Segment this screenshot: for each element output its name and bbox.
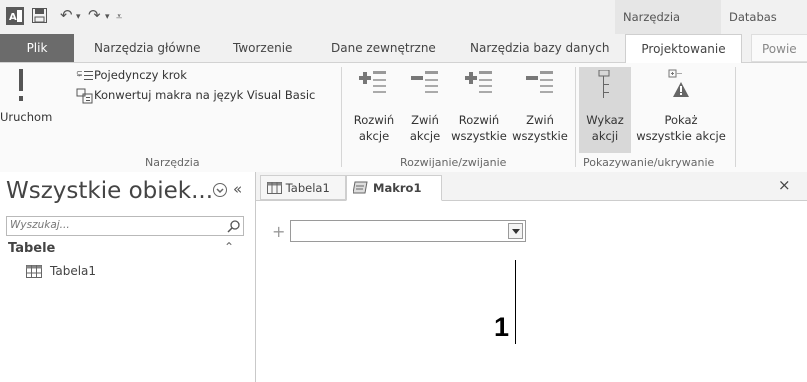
doc-tab-makro1[interactable]: Makro1 [346, 175, 442, 201]
customize-toolbar-icon[interactable]: ⩡ [116, 10, 122, 24]
collapse-all-line2: wszystkie [512, 129, 568, 143]
convert-macro-button[interactable]: Konwertuj makra na język Visual Basic [76, 87, 338, 105]
nav-pane-title[interactable]: Wszystkie obiek... [6, 178, 213, 204]
macro-icon [352, 181, 368, 194]
search-input[interactable]: Wyszukaj... [10, 219, 70, 231]
run-exclamation-icon [19, 69, 23, 101]
expand-actions-line2: akcje [358, 129, 390, 143]
show-all-actions-line1: Pokaż [664, 113, 698, 127]
nav-item-label: Tabela1 [50, 264, 97, 278]
nav-section-tables[interactable]: Tabele ⌃ [6, 240, 244, 260]
svg-text:A: A [9, 12, 17, 23]
ribbon-tab-row: Plik Narzędzia główne Tworzenie Dane zew… [0, 34, 807, 63]
add-action-combobox[interactable] [290, 220, 526, 242]
title-bar: A ↶ ▾ ↷ ▾ ⩡ Narzędzia makr Databas [0, 0, 807, 58]
single-step-label: Pojedynczy krok [94, 68, 187, 82]
group-divider [341, 67, 342, 167]
ribbon: Uruchom ⊊ Pojedynczy krok Konwertuj makr… [0, 63, 807, 173]
action-catalog-toggle[interactable]: Wykaz akcji [579, 67, 631, 153]
collapse-pane-icon[interactable]: « [233, 180, 242, 198]
app-title: Databas [729, 10, 777, 24]
callout-line [515, 260, 516, 344]
nav-menu-dropdown-icon[interactable] [212, 182, 228, 198]
expand-all-icon [465, 71, 492, 93]
redo-icon[interactable]: ↷ [88, 6, 101, 24]
chevron-down-icon [512, 229, 520, 234]
redo-dropdown-icon[interactable]: ▾ [105, 12, 110, 22]
doc-tab-label: Makro1 [373, 181, 422, 195]
expand-all-button[interactable]: Rozwiń wszystkie [449, 67, 509, 153]
expand-actions-line1: Rozwiń [353, 113, 395, 127]
action-catalog-icon [598, 70, 610, 98]
run-label: Uruchom [0, 110, 53, 124]
search-box[interactable]: Wyszukaj... [6, 216, 244, 236]
collapse-actions-icon [411, 71, 438, 93]
show-all-actions-line2: wszystkie akcje [636, 129, 726, 143]
document-area: Tabela1 Makro1 × + 1 [256, 172, 807, 382]
tab-external-data[interactable]: Dane zewnętrzne [331, 34, 436, 62]
undo-dropdown-icon[interactable]: ▾ [76, 12, 81, 22]
context-tab-label: Narzędzia makr [615, 0, 721, 58]
expand-all-line1: Rozwiń [458, 113, 500, 127]
undo-icon[interactable]: ↶ [60, 6, 73, 24]
tab-file[interactable]: Plik [0, 34, 74, 62]
add-action-plus-icon: + [272, 222, 286, 241]
collapse-all-line1: Zwiń [526, 113, 554, 127]
table-icon [26, 265, 42, 278]
expand-all-line2: wszystkie [451, 129, 507, 143]
action-catalog-line1: Wykaz [586, 113, 624, 127]
convert-macro-label: Konwertuj makra na język Visual Basic [94, 88, 316, 102]
collapse-actions-line2: akcje [409, 129, 441, 143]
combobox-dropdown-button[interactable] [508, 223, 523, 239]
table-icon [267, 182, 282, 194]
doc-tab-label: Tabela1 [285, 181, 330, 195]
doc-tab-tabela1[interactable]: Tabela1 [260, 175, 346, 200]
collapse-actions-button[interactable]: Zwiń akcje [403, 67, 447, 153]
collapse-all-button[interactable]: Zwiń wszystkie [510, 67, 570, 153]
callout-number: 1 [494, 312, 510, 342]
group-label-show-hide: Pokazywanie/ukrywanie [583, 156, 715, 169]
group-label-tools: Narzędzia [145, 156, 200, 169]
group-divider [735, 67, 736, 167]
convert-macro-icon [76, 88, 93, 104]
nav-section-label: Tabele [8, 241, 56, 256]
save-icon[interactable] [32, 8, 47, 23]
expand-actions-icon [359, 71, 386, 93]
collapse-all-icon [526, 71, 553, 93]
search-icon[interactable] [227, 219, 241, 233]
tab-powie[interactable]: Powie [751, 34, 807, 62]
navigation-pane: Wszystkie obiek... « Wyszukaj... Tabele … [0, 172, 256, 382]
tab-database-tools[interactable]: Narzędzia bazy danych [470, 34, 609, 62]
show-all-actions-icon [668, 69, 689, 97]
document-tab-bar: Tabela1 Makro1 × [256, 172, 807, 201]
tab-design[interactable]: Projektowanie [625, 34, 742, 63]
expand-actions-button[interactable]: Rozwiń akcje [345, 67, 403, 153]
group-divider [575, 67, 576, 167]
action-catalog-line2: akcji [591, 129, 619, 143]
group-label-expand: Rozwijanie/zwijanie [400, 156, 507, 169]
tab-home[interactable]: Narzędzia główne [94, 34, 201, 62]
run-button[interactable]: Uruchom [0, 67, 52, 133]
svg-text:⊊: ⊊ [76, 69, 83, 78]
tab-create[interactable]: Tworzenie [233, 34, 292, 62]
show-all-actions-button[interactable]: Pokaż wszystkie akcje [633, 67, 729, 153]
section-collapse-icon[interactable]: ⌃ [224, 240, 234, 254]
nav-item-tabela1[interactable]: Tabela1 [24, 262, 224, 282]
single-step-button[interactable]: ⊊ Pojedynczy krok [76, 67, 216, 85]
single-step-icon: ⊊ [76, 69, 93, 80]
collapse-actions-line1: Zwiń [411, 113, 439, 127]
access-logo-icon: A [6, 7, 24, 25]
close-document-icon[interactable]: × [778, 176, 791, 194]
